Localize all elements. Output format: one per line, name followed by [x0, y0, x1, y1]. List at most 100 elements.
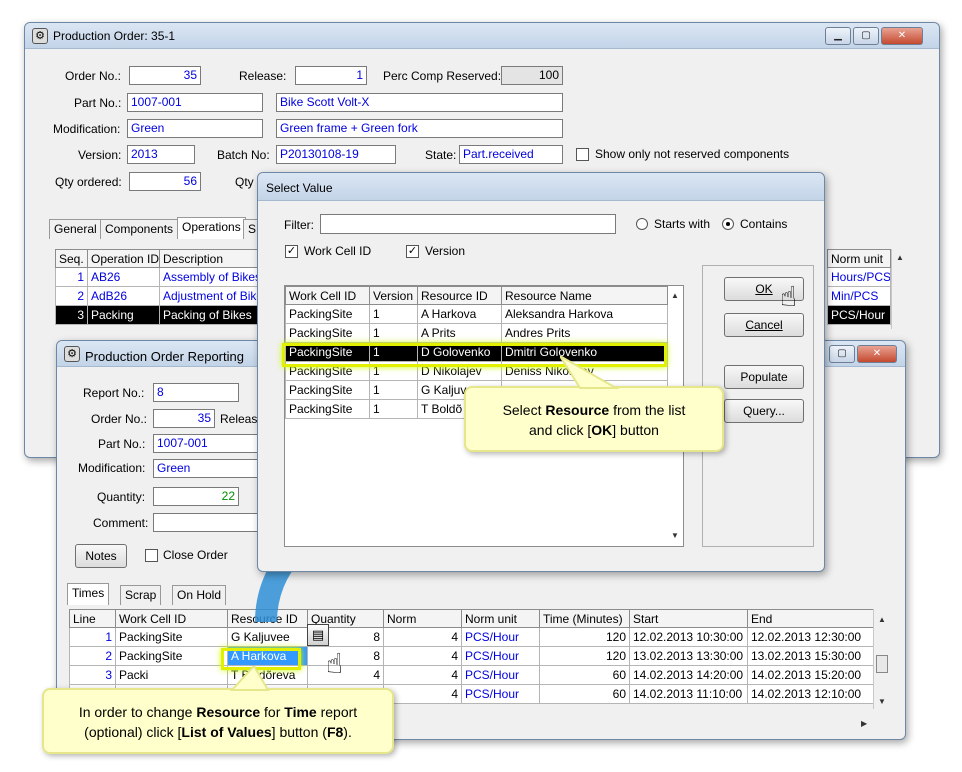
scroll-down-icon: ▼: [878, 697, 886, 706]
callout-text-2h: ] button (: [271, 724, 327, 740]
modification-label: Modification:: [78, 461, 146, 475]
modification-field[interactable]: Green: [127, 119, 263, 138]
ops-seq-cell: 1: [55, 267, 88, 287]
qty-ordered-field[interactable]: 56: [129, 172, 201, 191]
close-order-checkbox[interactable]: [145, 549, 158, 562]
version-field[interactable]: 2013: [127, 145, 195, 164]
times-scrollbar[interactable]: ▲ ▼: [873, 609, 890, 709]
ops-seq-cell: 2: [55, 286, 88, 306]
resource-cell[interactable]: G Kaljuvee: [227, 627, 308, 647]
col-end[interactable]: End: [747, 609, 874, 628]
work-cell-id-checkbox[interactable]: ✓: [285, 245, 298, 258]
callout-text-1c: from the list: [609, 402, 686, 418]
contains-radio[interactable]: [722, 218, 734, 230]
scroll-thumb[interactable]: [876, 655, 888, 673]
tab-general[interactable]: General: [49, 219, 102, 239]
batch-field[interactable]: P20130108-19: [276, 145, 396, 164]
comment-field[interactable]: [153, 513, 263, 532]
col-norm-unit[interactable]: Norm unit: [461, 609, 540, 628]
quantity-cell: 8: [307, 646, 384, 666]
table-row[interactable]: PCS/Hour: [827, 305, 891, 325]
col-operation-id[interactable]: Operation ID: [87, 249, 160, 268]
work-cell-cell: PackingSite: [115, 627, 228, 647]
table-row[interactable]: 2 PackingSite A Harkova 8 4 PCS/Hour 120…: [69, 646, 874, 666]
list-item[interactable]: PackingSite 1 A Prits Andres Prits: [285, 323, 668, 343]
table-row[interactable]: Hours/PCS: [827, 267, 891, 287]
callout-text-2e: report: [316, 704, 358, 720]
operations-table: Seq. Operation ID Description 1 AB26 Ass…: [55, 249, 266, 325]
scroll-right-icon[interactable]: ▶: [861, 719, 867, 728]
norm-unit-cell: PCS/Hour: [461, 646, 540, 666]
col-start[interactable]: Start: [629, 609, 748, 628]
line-cell: 1: [69, 627, 116, 647]
report-no-label: Report No.:: [83, 386, 145, 400]
hand-cursor-icon: ☝: [780, 281, 798, 312]
col-norm-unit[interactable]: Norm unit: [827, 249, 891, 268]
report-no-field[interactable]: 8: [153, 383, 239, 402]
maximize-button[interactable]: ▢: [829, 345, 855, 363]
col-version[interactable]: Version: [369, 286, 418, 305]
callout-text-2f: (optional) click [: [84, 724, 182, 740]
state-field[interactable]: Part.received: [459, 145, 563, 164]
norm-unit-cell: PCS/Hour: [461, 665, 540, 685]
part-no-field[interactable]: 1007-001: [127, 93, 263, 112]
version-checkbox[interactable]: ✓: [406, 245, 419, 258]
order-no-field[interactable]: 35: [129, 66, 201, 85]
filter-input[interactable]: [320, 214, 616, 234]
modification-field[interactable]: Green: [153, 459, 263, 478]
order-no-field[interactable]: 35: [153, 409, 215, 428]
starts-with-radio[interactable]: [636, 218, 648, 230]
part-no-field[interactable]: 1007-001: [153, 434, 263, 453]
close-button[interactable]: ✕: [857, 345, 897, 363]
table-row[interactable]: 3 Packing Packing of Bikes: [55, 305, 266, 325]
part-desc-field[interactable]: Bike Scott Volt-X: [276, 93, 563, 112]
table-row[interactable]: 3 Packi T Boldõreva 4 4 PCS/Hour 60 14.0…: [69, 665, 874, 685]
tab-on-hold[interactable]: On Hold: [172, 585, 227, 605]
col-seq[interactable]: Seq.: [55, 249, 88, 268]
table-row[interactable]: Min/PCS: [827, 286, 891, 306]
col-resource-name[interactable]: Resource Name: [501, 286, 668, 305]
table-row[interactable]: 1 PackingSite G Kaljuvee 8 4 PCS/Hour 12…: [69, 627, 874, 647]
close-button[interactable]: ✕: [881, 27, 923, 45]
ops-id-cell: Packing: [87, 305, 160, 325]
col-time-minutes[interactable]: Time (Minutes): [539, 609, 630, 628]
start-cell: 12.02.2013 10:30:00: [629, 627, 748, 647]
col-work-cell-id[interactable]: Work Cell ID: [285, 286, 370, 305]
col-line[interactable]: Line: [69, 609, 116, 628]
quantity-field[interactable]: 22: [153, 487, 239, 506]
query-button[interactable]: Query...: [724, 399, 804, 423]
col-resource-id[interactable]: Resource ID: [417, 286, 502, 305]
notes-button[interactable]: Notes: [75, 544, 127, 568]
tab-scrap[interactable]: Scrap: [120, 585, 162, 605]
show-not-reserved-checkbox[interactable]: [576, 148, 589, 161]
norm-unit-cell: PCS/Hour: [461, 627, 540, 647]
tab-times[interactable]: Times: [67, 583, 110, 605]
callout-text-2b: Resource: [196, 704, 261, 720]
populate-button[interactable]: Populate: [724, 365, 804, 389]
maximize-button[interactable]: ▢: [853, 27, 879, 45]
time-cell: 120: [539, 627, 630, 647]
tab-components[interactable]: Components: [100, 219, 179, 239]
table-row[interactable]: 2 AdB26 Adjustment of Bike: [55, 286, 266, 306]
tab-operations[interactable]: Operations: [177, 217, 246, 239]
ops-scrollbar[interactable]: ▲: [891, 249, 908, 329]
qty-ordered-label: Qty ordered:: [55, 175, 122, 189]
list-scroll-down-icon[interactable]: ▼: [671, 531, 679, 540]
col-description[interactable]: Description: [159, 249, 266, 268]
table-row[interactable]: 1 AB26 Assembly of Bikes: [55, 267, 266, 287]
list-of-values-button[interactable]: ▤: [307, 624, 329, 646]
col-work-cell-id[interactable]: Work Cell ID: [115, 609, 228, 628]
release-field[interactable]: 1: [295, 66, 367, 85]
callout-pointer-2-shape: [229, 666, 270, 691]
modification-desc-field[interactable]: Green frame + Green fork: [276, 119, 563, 138]
window-title: Production Order: 35-1: [53, 29, 176, 43]
ops-id-cell: AdB26: [87, 286, 160, 306]
minimize-button[interactable]: ▁: [825, 27, 851, 45]
cancel-button[interactable]: Cancel: [724, 313, 804, 337]
list-item[interactable]: PackingSite 1 A Harkova Aleksandra Harko…: [285, 304, 668, 324]
work-cell-cell: PackingSite: [285, 399, 370, 419]
select-resource-callout: Select Resource from the list and click …: [464, 386, 724, 452]
list-scroll-up-icon[interactable]: ▲: [671, 291, 679, 300]
release-label: Releas: [220, 412, 258, 426]
app-gear-icon: ⚙: [32, 28, 48, 44]
